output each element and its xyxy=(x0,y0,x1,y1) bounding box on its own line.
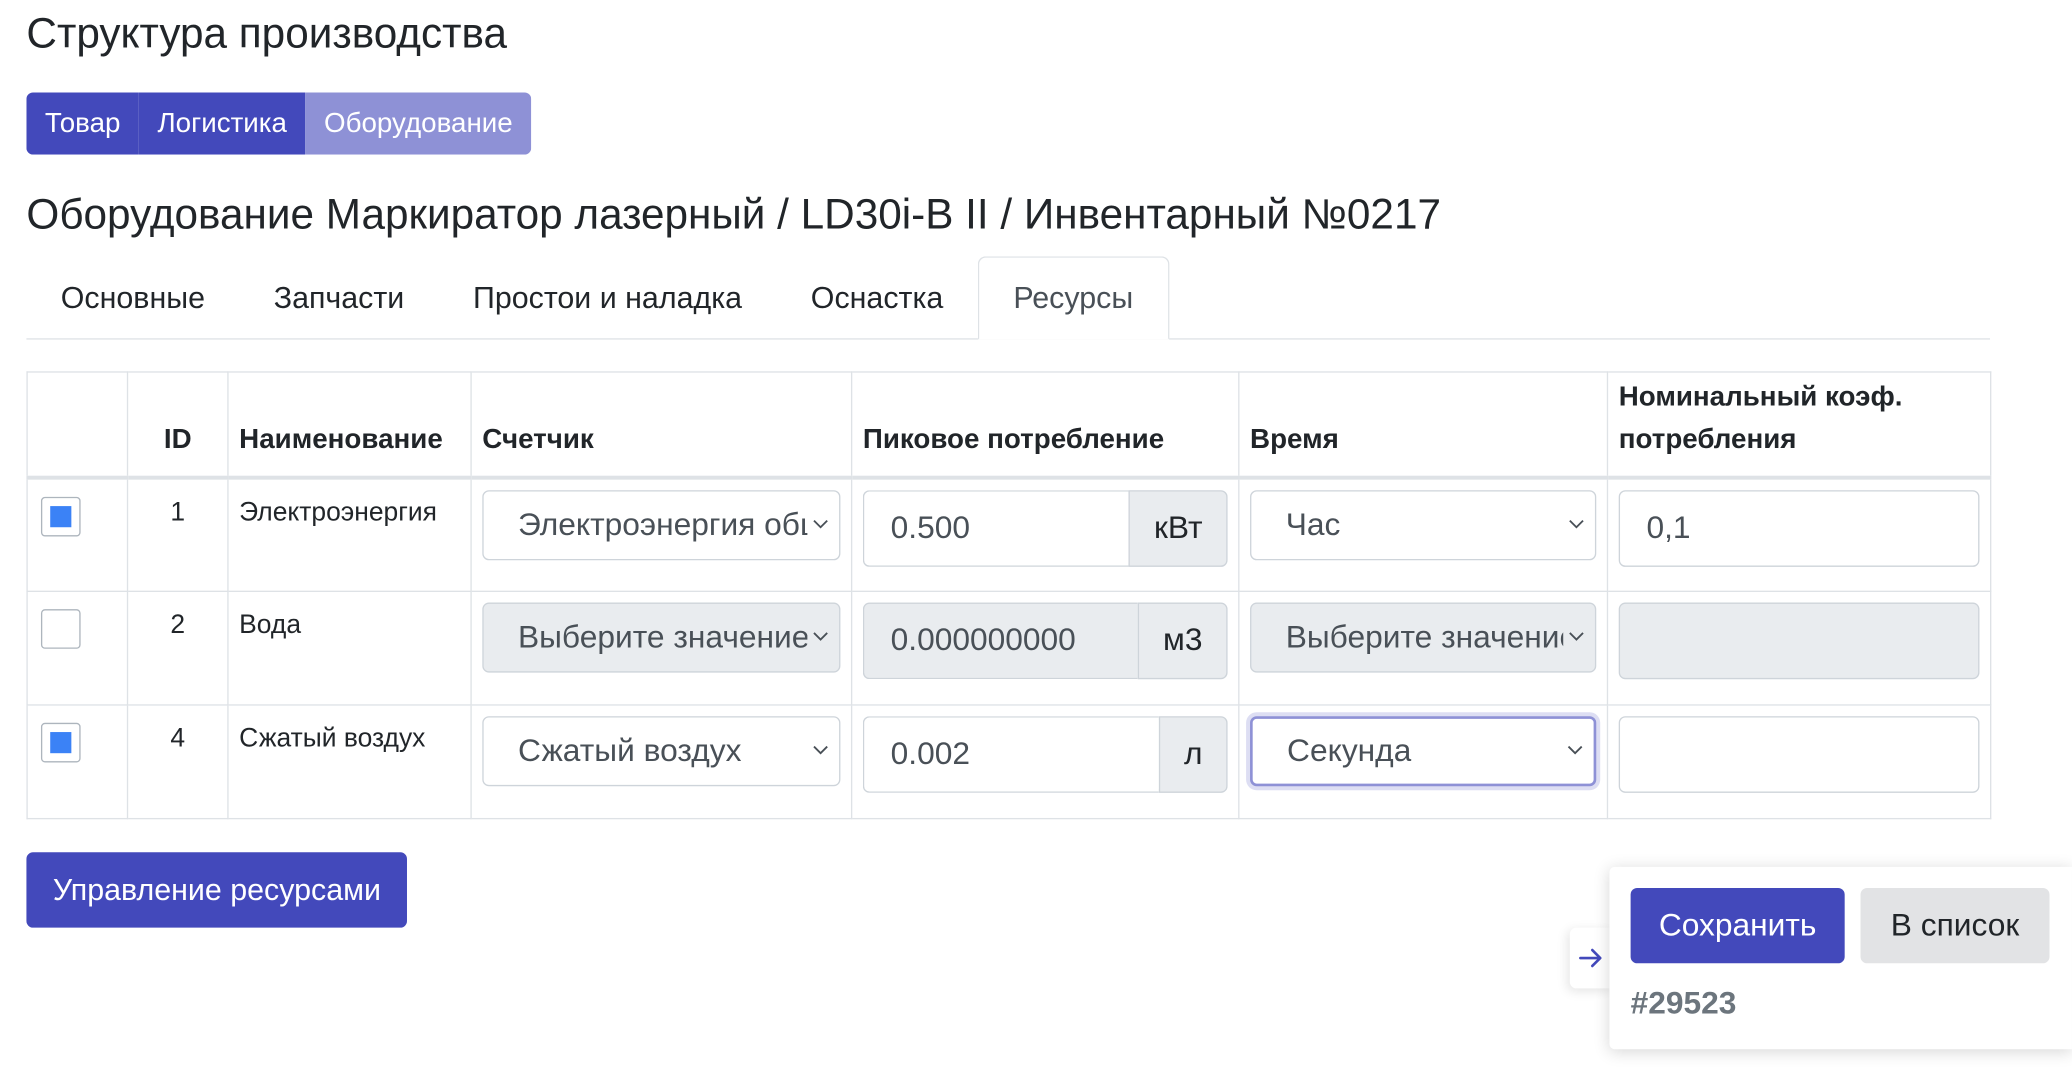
row-name: Электроэнергия xyxy=(227,477,472,592)
header-id: ID xyxy=(126,371,229,480)
table-row: 2 Вода Выберите значение 0.000000000 м3 xyxy=(26,590,1992,706)
segment-equipment[interactable]: Оборудование xyxy=(305,92,532,155)
time-select[interactable]: Секунда xyxy=(1250,716,1597,787)
nominal-coef-input[interactable] xyxy=(1618,602,1980,680)
time-select-value: Секунда xyxy=(1287,732,1412,769)
header-name: Наименование xyxy=(227,371,472,480)
chevron-down-icon xyxy=(813,745,828,754)
time-select-value: Час xyxy=(1285,506,1341,543)
tab-resources[interactable]: Ресурсы xyxy=(977,256,1169,340)
row-meter-cell: Электроэнергия общая xyxy=(470,477,853,592)
row-meter-cell: Выберите значение xyxy=(470,590,853,706)
nominal-coef-input[interactable]: 0,1 xyxy=(1618,490,1980,567)
page: Структура производства Товар Логистика О… xyxy=(0,0,2072,1074)
unit-addon: кВт xyxy=(1128,490,1228,567)
tab-main[interactable]: Основные xyxy=(26,256,239,339)
header-nominal-coef: Номинальный коэф. потребления xyxy=(1606,371,1992,480)
equipment-title: Оборудование Маркиратор лазерный / LD30i… xyxy=(26,190,1441,238)
tab-bar: Основные Запчасти Простои и наладка Осна… xyxy=(26,256,1991,340)
chevron-down-icon xyxy=(813,519,828,528)
time-select-value: Выберите значение xyxy=(1285,619,1564,655)
row-peak-cell: 0.500 кВт xyxy=(850,477,1240,592)
chevron-down-icon xyxy=(813,631,828,641)
segment-logistics[interactable]: Логистика xyxy=(138,92,306,155)
tab-downtime[interactable]: Простои и наладка xyxy=(439,256,777,339)
meter-select-value: Выберите значение xyxy=(517,619,808,655)
table-header-row: ID Наименование Счетчик Пиковое потребле… xyxy=(26,371,1992,480)
chevron-down-icon xyxy=(1569,519,1584,528)
meter-select[interactable]: Сжатый воздух xyxy=(482,716,841,787)
row-time-cell: Секунда xyxy=(1238,704,1609,820)
header-peak-consumption: Пиковое потребление xyxy=(850,371,1240,480)
row-select-cell xyxy=(26,477,129,592)
row-checkbox[interactable] xyxy=(40,722,81,763)
arrow-right-icon xyxy=(1579,948,1602,968)
row-id: 4 xyxy=(126,704,229,820)
row-select-cell xyxy=(26,590,129,706)
row-coef-cell xyxy=(1606,590,1992,706)
checkbox-checked-mark xyxy=(50,732,72,754)
tab-spare-parts[interactable]: Запчасти xyxy=(239,256,438,339)
peak-consumption-group: 0.002 л xyxy=(862,716,1228,793)
row-meter-cell: Сжатый воздух xyxy=(470,704,853,820)
header-time: Время xyxy=(1238,371,1609,480)
chevron-down-icon xyxy=(1567,745,1583,754)
row-select-cell xyxy=(26,704,129,820)
row-checkbox[interactable] xyxy=(40,609,81,649)
manage-resources-button[interactable]: Управление ресурсами xyxy=(26,852,408,928)
page-title: Структура производства xyxy=(26,9,507,57)
row-time-cell: Час xyxy=(1238,477,1609,592)
collapse-panel-button[interactable] xyxy=(1569,927,1613,989)
meter-select-value: Сжатый воздух xyxy=(517,732,742,769)
time-select[interactable]: Час xyxy=(1250,490,1597,561)
peak-consumption-group: 0.000000000 м3 xyxy=(862,602,1228,680)
row-peak-cell: 0.000000000 м3 xyxy=(850,590,1240,706)
row-id: 1 xyxy=(126,477,229,592)
row-id: 2 xyxy=(126,590,229,706)
header-meter: Счетчик xyxy=(470,371,853,480)
table-row: 4 Сжатый воздух Сжатый воздух 0.002 л Се… xyxy=(26,704,1992,820)
record-id: #29523 xyxy=(1630,985,1737,1022)
row-checkbox[interactable] xyxy=(40,496,81,537)
row-name: Сжатый воздух xyxy=(227,704,472,820)
row-coef-cell: 0,1 xyxy=(1606,477,1992,592)
peak-consumption-input[interactable]: 0.000000000 xyxy=(862,602,1138,680)
time-select[interactable]: Выберите значение xyxy=(1250,602,1597,673)
resources-table: ID Наименование Счетчик Пиковое потребле… xyxy=(26,371,1992,820)
meter-select[interactable]: Электроэнергия общая xyxy=(482,490,841,561)
unit-addon: л xyxy=(1158,716,1228,793)
row-name: Вода xyxy=(227,590,472,706)
meter-select[interactable]: Выберите значение xyxy=(482,602,841,673)
peak-consumption-input[interactable]: 0.500 xyxy=(862,490,1129,567)
unit-addon: м3 xyxy=(1137,602,1228,680)
save-button[interactable]: Сохранить xyxy=(1630,887,1845,964)
checkbox-checked-mark xyxy=(50,506,72,528)
back-to-list-button[interactable]: В список xyxy=(1860,887,2050,964)
tab-tooling[interactable]: Оснастка xyxy=(776,256,977,339)
action-panel: Сохранить В список #29523 xyxy=(1609,866,2072,1050)
table-row: 1 Электроэнергия Электроэнергия общая 0.… xyxy=(26,477,1992,592)
row-time-cell: Выберите значение xyxy=(1238,590,1609,706)
section-switcher: Товар Логистика Оборудование xyxy=(26,92,532,155)
peak-consumption-group: 0.500 кВт xyxy=(862,490,1228,567)
row-peak-cell: 0.002 л xyxy=(850,704,1240,820)
meter-select-value: Электроэнергия общая xyxy=(517,506,807,543)
nominal-coef-input[interactable] xyxy=(1618,716,1980,793)
peak-consumption-input[interactable]: 0.002 xyxy=(862,716,1159,793)
header-select xyxy=(26,371,129,480)
chevron-down-icon xyxy=(1569,631,1584,641)
segment-product[interactable]: Товар xyxy=(26,92,139,155)
row-coef-cell xyxy=(1606,704,1992,820)
